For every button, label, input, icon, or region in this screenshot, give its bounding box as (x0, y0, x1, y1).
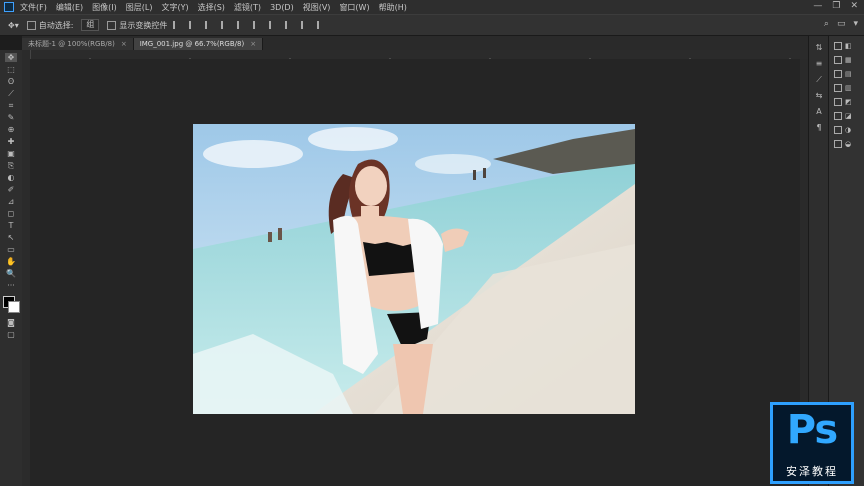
menu-select[interactable]: 选择(S) (198, 2, 225, 13)
path-selection-tool-icon[interactable]: ▭ (5, 245, 17, 254)
channels-panel-icon (834, 84, 842, 92)
distribute-left-icon[interactable] (317, 21, 327, 29)
paragraph-panel-icon[interactable]: ¶ (815, 123, 824, 132)
document-tab-bar: 未标题-1 @ 100%(RGB/8) × IMG_001.jpg @ 66.7… (22, 36, 808, 50)
styles-panel-button[interactable]: ◪ (834, 112, 864, 120)
clone-stamp-tool-icon[interactable]: ▣ (5, 149, 17, 158)
menu-view[interactable]: 视图(V) (303, 2, 331, 13)
paths-panel-button[interactable]: ◩ (834, 98, 864, 106)
workspace-dropdown-icon[interactable]: ▾ (853, 19, 858, 29)
gradient-tool-icon[interactable]: ✐ (5, 185, 17, 194)
move-tool-icon[interactable]: ✥ (5, 53, 17, 62)
auto-select-label: 自动选择: (38, 20, 74, 30)
workspace-icon[interactable]: ▭ (837, 19, 846, 29)
ps-logo-text: Ps (786, 407, 838, 453)
screen-mode-icon[interactable]: ▢ (5, 330, 17, 339)
channels-panel-button[interactable]: ▥ (834, 84, 864, 92)
restore-button[interactable]: ❐ (832, 1, 840, 11)
marquee-tool-icon[interactable]: ⬚ (5, 65, 17, 74)
align-left-icon[interactable] (221, 21, 231, 29)
layers-panel-icon (834, 70, 842, 78)
options-bar: ✥▾ 自动选择: 组 显示变换控件 ⌕ ▭ ▾ (0, 14, 864, 36)
dodge-tool-icon[interactable]: ◻ (5, 209, 17, 218)
eraser-tool-icon[interactable]: ◐ (5, 173, 17, 182)
menu-layer[interactable]: 图层(L) (126, 2, 153, 13)
distribute-middle-icon[interactable] (285, 21, 295, 29)
align-bottom-icon[interactable] (205, 21, 215, 29)
align-right-icon[interactable] (253, 21, 263, 29)
brush-tool-icon[interactable]: ✚ (5, 137, 17, 146)
crop-tool-icon[interactable]: ⌗ (5, 101, 17, 110)
swatches-panel-icon (834, 56, 842, 64)
eyedropper-tool-icon[interactable]: ✎ (5, 113, 17, 122)
document-image[interactable] (193, 124, 635, 414)
quick-select-tool-icon[interactable]: ⟋ (5, 89, 17, 98)
pen-tool-icon[interactable]: T (5, 221, 17, 230)
transform-controls-option[interactable]: 显示变换控件 (107, 20, 167, 31)
search-icon[interactable]: ⌕ (824, 19, 829, 29)
close-button[interactable]: ✕ (850, 1, 858, 11)
info-panel-icon (834, 140, 842, 148)
character-panel-icon[interactable]: A (815, 107, 824, 116)
menu-window[interactable]: 窗口(W) (339, 2, 369, 13)
color-panel-button[interactable]: ◧ (834, 42, 864, 50)
blur-tool-icon[interactable]: ⊿ (5, 197, 17, 206)
adjustments-panel-icon (834, 126, 842, 134)
color-panel-icon (834, 42, 842, 50)
move-tool-preset-icon[interactable]: ✥▾ (8, 21, 19, 30)
align-top-icon[interactable] (173, 21, 183, 29)
photoshop-app-icon (4, 2, 14, 12)
adjustments-panel-button[interactable]: ◑ (834, 126, 864, 134)
hand-tool-icon[interactable]: 🔍 (5, 269, 17, 278)
tab-close-icon[interactable]: × (121, 40, 127, 48)
menu-filter[interactable]: 滤镜(T) (234, 2, 261, 13)
brush-panel-icon[interactable]: ⟋ (815, 75, 824, 84)
tools-panel: ✥ ⬚ ʘ ⟋ ⌗ ✎ ⊕ ✚ ▣ ⎘ ◐ ✐ ⊿ ◻ T ↖ ▭ ✋ 🔍 ··… (0, 50, 23, 486)
lasso-tool-icon[interactable]: ʘ (5, 77, 17, 86)
distribute-top-icon[interactable] (269, 21, 279, 29)
ps-tutorial-watermark: Ps 安泽教程 (770, 402, 854, 484)
window-controls: — ❐ ✕ (813, 1, 858, 11)
healing-brush-tool-icon[interactable]: ⊕ (5, 125, 17, 134)
history-brush-tool-icon[interactable]: ⎘ (5, 161, 17, 170)
background-color-swatch[interactable] (8, 301, 20, 313)
menu-3d[interactable]: 3D(D) (270, 3, 294, 12)
quick-mask-icon[interactable]: ◙ (5, 318, 17, 327)
beach-photo (193, 124, 635, 414)
shape-tool-icon[interactable]: ✋ (5, 257, 17, 266)
tab-label: IMG_001.jpg @ 66.7%(RGB/8) (139, 40, 245, 48)
document-tab-active[interactable]: IMG_001.jpg @ 66.7%(RGB/8) × (133, 38, 264, 50)
properties-panel-icon[interactable]: ≡ (815, 59, 824, 68)
tab-label: 未标题-1 @ 100%(RGB/8) (28, 40, 115, 48)
zoom-tool-icon[interactable]: ··· (5, 281, 17, 290)
document-tab[interactable]: 未标题-1 @ 100%(RGB/8) × (22, 38, 134, 50)
align-center-icon[interactable] (237, 21, 247, 29)
menu-edit[interactable]: 编辑(E) (56, 2, 83, 13)
menu-file[interactable]: 文件(F) (20, 2, 47, 13)
minimize-button[interactable]: — (813, 1, 822, 11)
history-panel-icon[interactable]: ⇅ (815, 43, 824, 52)
transform-controls-label: 显示变换控件 (119, 20, 168, 30)
distribute-bottom-icon[interactable] (301, 21, 311, 29)
swatches-panel-button[interactable]: ▦ (834, 56, 864, 64)
align-middle-icon[interactable] (189, 21, 199, 29)
tab-close-icon[interactable]: × (250, 40, 256, 48)
auto-select-option[interactable]: 自动选择: (26, 20, 74, 31)
type-tool-icon[interactable]: ↖ (5, 233, 17, 242)
menu-image[interactable]: 图像(I) (92, 2, 117, 13)
auto-select-checkbox[interactable] (26, 20, 36, 30)
menu-help[interactable]: 帮助(H) (379, 2, 407, 13)
menu-bar: 文件(F) 编辑(E) 图像(I) 图层(L) 文字(Y) 选择(S) 滤镜(T… (0, 0, 864, 14)
menu-type[interactable]: 文字(Y) (161, 2, 188, 13)
paths-panel-icon (834, 98, 842, 106)
adjust-panel-icon[interactable]: ⇆ (815, 91, 824, 100)
info-panel-button[interactable]: ◒ (834, 140, 864, 148)
watermark-caption: 安泽教程 (786, 465, 838, 478)
styles-panel-icon (834, 112, 842, 120)
layers-panel-button[interactable]: ▤ (834, 70, 864, 78)
transform-controls-checkbox[interactable] (107, 20, 117, 30)
options-right-icons: ⌕ ▭ ▾ (824, 19, 858, 29)
color-swatches[interactable] (3, 296, 20, 313)
auto-select-dropdown[interactable]: 组 (81, 19, 100, 31)
